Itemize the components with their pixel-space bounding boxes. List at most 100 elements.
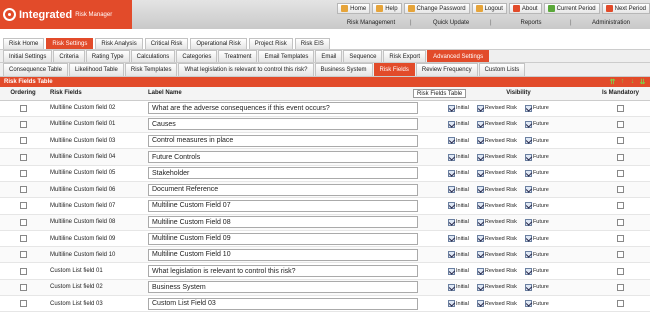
label-name-input[interactable]: Multiline Custom Field 09 bbox=[148, 232, 418, 245]
move-down-icon[interactable]: ↓ bbox=[629, 78, 636, 85]
visibility-revised-checkbox[interactable] bbox=[476, 104, 484, 112]
ordering-checkbox[interactable] bbox=[19, 202, 27, 210]
mandatory-checkbox[interactable] bbox=[617, 120, 624, 128]
visibility-revised[interactable]: Revised Risk bbox=[476, 104, 517, 112]
ordering-checkbox[interactable] bbox=[19, 169, 27, 177]
visibility-initial-checkbox[interactable] bbox=[448, 283, 455, 291]
label-name-input[interactable]: Control measures in place bbox=[148, 134, 418, 147]
toplink-home[interactable]: Home bbox=[337, 3, 371, 14]
ordering-checkbox[interactable] bbox=[19, 267, 27, 275]
visibility-future[interactable]: Future bbox=[524, 202, 549, 210]
label-name-input[interactable]: Multiline Custom Field 10 bbox=[148, 248, 418, 261]
tab-risk-analysis[interactable]: Risk Analysis bbox=[95, 38, 143, 49]
visibility-revised-checkbox[interactable] bbox=[476, 267, 484, 275]
visibility-revised[interactable]: Revised Risk bbox=[476, 251, 517, 259]
visibility-initial-checkbox[interactable] bbox=[448, 267, 455, 275]
visibility-initial-checkbox[interactable] bbox=[448, 235, 455, 243]
visibility-future[interactable]: Future bbox=[524, 153, 549, 161]
visibility-future[interactable]: Future bbox=[524, 137, 549, 145]
label-name-input[interactable]: What legislation is relevant to control … bbox=[148, 265, 418, 278]
visibility-revised-checkbox[interactable] bbox=[476, 235, 484, 243]
visibility-initial[interactable]: Initial bbox=[448, 251, 469, 259]
tab-treatment[interactable]: Treatment bbox=[218, 50, 258, 62]
move-up-icon[interactable]: ↑ bbox=[619, 78, 626, 85]
tab-initial-settings[interactable]: Initial Settings bbox=[3, 50, 53, 62]
tab-advanced-settings[interactable]: Advanced Settings bbox=[427, 50, 490, 62]
toplink-about[interactable]: About bbox=[508, 3, 542, 14]
tab-risk-templates[interactable]: Risk Templates bbox=[124, 63, 178, 76]
visibility-future[interactable]: Future bbox=[524, 120, 549, 128]
ordering-checkbox[interactable] bbox=[19, 120, 27, 128]
ordering-checkbox[interactable] bbox=[19, 283, 27, 291]
tab-calculations[interactable]: Calculations bbox=[130, 50, 176, 62]
tab-criteria[interactable]: Criteria bbox=[53, 50, 85, 62]
mandatory-checkbox[interactable] bbox=[617, 153, 624, 161]
label-name-input[interactable]: Stakeholder bbox=[148, 167, 418, 180]
visibility-initial[interactable]: Initial bbox=[448, 137, 469, 145]
tab-risk-fields[interactable]: Risk Fields bbox=[373, 63, 415, 76]
visibility-revised[interactable]: Revised Risk bbox=[476, 137, 517, 145]
label-name-input[interactable]: Multiline Custom Field 07 bbox=[148, 199, 418, 212]
mandatory-checkbox[interactable] bbox=[617, 234, 624, 242]
visibility-revised-checkbox[interactable] bbox=[476, 218, 484, 226]
visibility-initial[interactable]: Initial bbox=[448, 104, 469, 112]
mandatory-checkbox[interactable] bbox=[617, 104, 624, 112]
tab-sequence[interactable]: Sequence bbox=[343, 50, 383, 62]
visibility-future[interactable]: Future bbox=[524, 104, 549, 112]
visibility-initial-checkbox[interactable] bbox=[448, 104, 455, 112]
visibility-future-checkbox[interactable] bbox=[524, 104, 532, 112]
tab-likelihood-table[interactable]: Likelihood Table bbox=[68, 63, 124, 76]
visibility-future[interactable]: Future bbox=[524, 267, 549, 275]
visibility-initial[interactable]: Initial bbox=[448, 169, 469, 177]
visibility-future-checkbox[interactable] bbox=[524, 251, 532, 259]
visibility-initial[interactable]: Initial bbox=[448, 283, 469, 291]
mandatory-checkbox[interactable] bbox=[617, 283, 624, 291]
visibility-revised[interactable]: Revised Risk bbox=[476, 202, 517, 210]
toplink-current-period[interactable]: Current Period bbox=[543, 3, 600, 14]
tab-email-templates[interactable]: Email Templates bbox=[258, 50, 315, 62]
visibility-initial[interactable]: Initial bbox=[448, 186, 469, 194]
module-quick-update[interactable]: Quick Update bbox=[412, 19, 490, 29]
visibility-future-checkbox[interactable] bbox=[524, 169, 532, 177]
mandatory-checkbox[interactable] bbox=[617, 267, 624, 275]
visibility-revised[interactable]: Revised Risk bbox=[476, 153, 517, 161]
tab-risk-home[interactable]: Risk Home bbox=[3, 38, 45, 49]
visibility-future[interactable]: Future bbox=[524, 186, 549, 194]
toplink-next-period[interactable]: Next Period bbox=[601, 3, 650, 14]
ordering-checkbox[interactable] bbox=[19, 137, 27, 145]
visibility-future-checkbox[interactable] bbox=[524, 202, 532, 210]
visibility-initial-checkbox[interactable] bbox=[448, 218, 455, 226]
toplink-change-password[interactable]: Change Password bbox=[403, 3, 470, 14]
visibility-revised[interactable]: Revised Risk bbox=[476, 186, 517, 194]
visibility-initial-checkbox[interactable] bbox=[448, 137, 455, 145]
mandatory-checkbox[interactable] bbox=[617, 218, 624, 226]
mandatory-checkbox[interactable] bbox=[617, 137, 624, 145]
visibility-revised-checkbox[interactable] bbox=[476, 202, 484, 210]
visibility-initial-checkbox[interactable] bbox=[448, 120, 455, 128]
visibility-revised-checkbox[interactable] bbox=[476, 137, 484, 145]
tab-project-risk[interactable]: Project Risk bbox=[248, 38, 293, 49]
tab-categories[interactable]: Categories bbox=[176, 50, 218, 62]
visibility-revised-checkbox[interactable] bbox=[476, 153, 484, 161]
visibility-future[interactable]: Future bbox=[524, 218, 549, 226]
visibility-revised-checkbox[interactable] bbox=[476, 120, 484, 128]
visibility-initial[interactable]: Initial bbox=[448, 153, 469, 161]
visibility-initial[interactable]: Initial bbox=[448, 267, 469, 275]
toplink-help[interactable]: Help bbox=[372, 3, 402, 14]
visibility-future[interactable]: Future bbox=[524, 235, 549, 243]
visibility-initial[interactable]: Initial bbox=[448, 120, 469, 128]
ordering-checkbox[interactable] bbox=[19, 218, 27, 226]
visibility-revised-checkbox[interactable] bbox=[476, 169, 484, 177]
tab-critical-risk[interactable]: Critical Risk bbox=[144, 38, 189, 49]
visibility-future-checkbox[interactable] bbox=[524, 153, 532, 161]
tab-risk-eis[interactable]: Risk EIS bbox=[294, 38, 330, 49]
visibility-revised[interactable]: Revised Risk bbox=[476, 267, 517, 275]
visibility-revised[interactable]: Revised Risk bbox=[476, 169, 517, 177]
visibility-initial[interactable]: Initial bbox=[448, 235, 469, 243]
visibility-initial-checkbox[interactable] bbox=[448, 169, 455, 177]
tab-risk-settings[interactable]: Risk Settings bbox=[46, 38, 94, 49]
module-risk-management[interactable]: Risk Management bbox=[332, 19, 410, 29]
visibility-revised-checkbox[interactable] bbox=[476, 186, 484, 194]
visibility-future[interactable]: Future bbox=[524, 283, 549, 291]
mandatory-checkbox[interactable] bbox=[617, 251, 624, 259]
